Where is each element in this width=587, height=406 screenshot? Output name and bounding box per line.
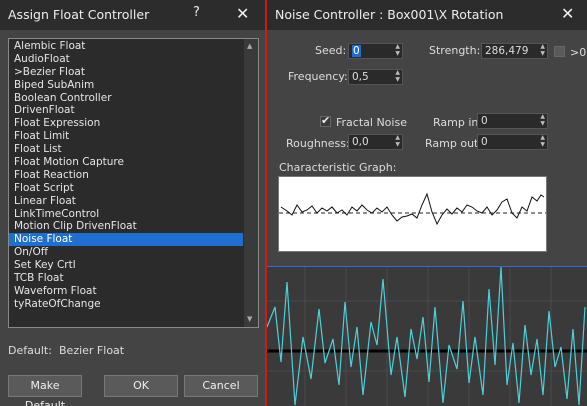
roughness-spinner[interactable]: 0,0 ▲ ▼ (348, 134, 403, 150)
make-default-button[interactable]: Make Default (8, 375, 82, 406)
controller-list-items: Alembic Float AudioFloat >Bezier Float Bipe… (9, 40, 243, 311)
default-label: Default: (8, 344, 52, 357)
ramp-in-label: Ramp in: (433, 116, 483, 129)
list-item[interactable]: Float Motion Capture (9, 156, 243, 169)
roughness-value[interactable]: 0,0 (352, 136, 369, 148)
close-icon[interactable]: ✕ (561, 4, 574, 23)
strength-spinner[interactable]: 286,479 ▲ ▼ (481, 43, 548, 59)
frequency-value[interactable]: 0,5 (352, 71, 369, 83)
default-row: Default: Bezier Float (8, 344, 124, 357)
ramp-in-spinner[interactable]: 0 ▲ ▼ (477, 113, 548, 129)
list-item[interactable]: On/Off (9, 246, 243, 259)
graph-label: Characteristic Graph: (279, 161, 397, 174)
spinner-arrows-icon[interactable]: ▲ ▼ (395, 43, 400, 57)
ramp-out-value[interactable]: 0 (481, 136, 488, 148)
list-item[interactable]: Alembic Float (9, 40, 243, 53)
fractal-noise-label: Fractal Noise (336, 116, 407, 129)
list-item[interactable]: Float Expression (9, 117, 243, 130)
noise-title: Noise Controller : Box001\X Rotation (275, 7, 504, 22)
track-curve-svg (266, 266, 587, 406)
spinner-arrows-icon[interactable]: ▲ ▼ (540, 113, 545, 127)
assign-float-controller-dialog: Assign Float Controller ? ✕ Alembic Floa… (0, 0, 265, 406)
scroll-up-icon[interactable]: ▲ (247, 42, 252, 50)
assign-titlebar: Assign Float Controller ? ✕ (0, 0, 265, 30)
characteristic-graph (278, 176, 547, 252)
list-item[interactable]: TCB Float (9, 272, 243, 285)
checkmark-icon: ✔ (321, 114, 331, 127)
list-item[interactable]: Float Limit (9, 130, 243, 143)
graph-noise-curve (280, 192, 545, 226)
default-value: Bezier Float (59, 344, 125, 357)
track-grid (267, 267, 587, 406)
spinner-arrows-icon[interactable]: ▲ ▼ (540, 43, 545, 57)
track-noise-curve (266, 266, 586, 406)
list-item[interactable]: DrivenFloat (9, 104, 243, 117)
list-item[interactable]: Biped SubAnim (9, 79, 243, 92)
scroll-down-icon[interactable]: ▼ (247, 315, 252, 323)
fractal-noise-checkbox[interactable]: ✔ (320, 114, 331, 127)
noise-track-view[interactable] (266, 266, 587, 406)
greater-than-zero-label: >0 (570, 46, 587, 59)
seed-label: Seed: (315, 44, 347, 57)
strength-value[interactable]: 286,479 (485, 45, 528, 57)
ramp-out-label: Ramp out: (425, 137, 483, 150)
list-item[interactable]: tyRateOfChange (9, 298, 243, 311)
frequency-spinner[interactable]: 0,5 ▲ ▼ (348, 69, 403, 85)
close-icon[interactable]: ✕ (236, 4, 249, 23)
seed-spinner[interactable]: 0 ▲ ▼ (348, 43, 403, 59)
assign-title: Assign Float Controller (8, 7, 150, 22)
list-item[interactable]: Float List (9, 143, 243, 156)
list-scrollbar[interactable]: ▲ ▼ (244, 39, 258, 327)
strength-label: Strength: (429, 44, 481, 57)
ok-button[interactable]: OK (104, 375, 178, 397)
noise-titlebar: Noise Controller : Box001\X Rotation ✕ (267, 0, 587, 30)
list-item[interactable]: AudioFloat (9, 53, 243, 66)
cancel-button[interactable]: Cancel (184, 375, 258, 397)
help-icon[interactable]: ? (193, 5, 200, 20)
list-item[interactable]: LinkTimeControl (9, 208, 243, 221)
roughness-label: Roughness: (286, 137, 350, 150)
list-item[interactable]: Motion Clip DrivenFloat (9, 220, 243, 233)
spinner-arrows-icon[interactable]: ▲ ▼ (395, 69, 400, 83)
greater-than-zero-checkbox[interactable] (554, 46, 565, 57)
characteristic-graph-svg (279, 192, 546, 226)
list-item[interactable]: Float Script (9, 182, 243, 195)
ramp-out-spinner[interactable]: 0 ▲ ▼ (477, 134, 548, 150)
ramp-in-value[interactable]: 0 (481, 115, 488, 127)
list-item[interactable]: Boolean Controller (9, 92, 243, 105)
spinner-arrows-icon[interactable]: ▲ ▼ (395, 134, 400, 148)
list-item[interactable]: Waveform Float (9, 285, 243, 298)
frequency-label: Frequency: (288, 70, 348, 83)
list-item[interactable]: Set Key Crtl (9, 259, 243, 272)
seed-value[interactable]: 0 (352, 45, 361, 57)
spinner-arrows-icon[interactable]: ▲ ▼ (540, 134, 545, 148)
list-item[interactable]: Float Reaction (9, 169, 243, 182)
noise-controller-dialog: Noise Controller : Box001\X Rotation ✕ S… (266, 0, 587, 406)
list-item[interactable]: Linear Float (9, 195, 243, 208)
list-item[interactable]: >Bezier Float (9, 66, 243, 79)
controller-list[interactable]: Alembic Float AudioFloat >Bezier Float Bipe… (8, 38, 259, 328)
list-item[interactable]: Noise Float (9, 233, 243, 247)
